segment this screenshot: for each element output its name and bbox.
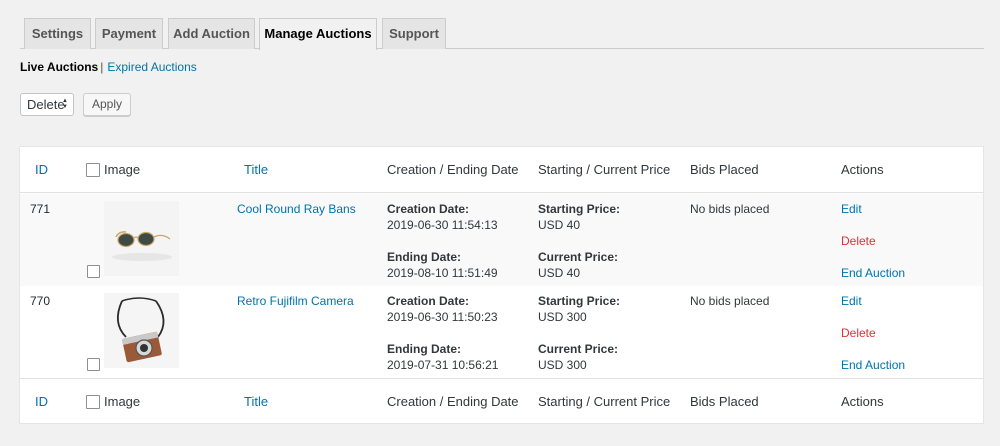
column-bids: Bids Placed [690, 162, 759, 177]
bids-placed-value: No bids placed [690, 202, 770, 216]
column-id[interactable]: ID [35, 147, 48, 193]
column-price: Starting / Current Price [538, 162, 671, 177]
ending-date-label: Ending Date: [387, 250, 461, 264]
current-price-value: USD 300 [538, 358, 587, 372]
auction-filter-links: Live Auctions | Expired Auctions [20, 60, 197, 74]
edit-link[interactable]: Edit [841, 293, 862, 309]
table-row: 771 Cool Round Ray Bans Creation Date: 2… [20, 194, 983, 286]
ending-date-label: Ending Date: [387, 342, 461, 356]
expired-auctions-link[interactable]: Expired Auctions [107, 60, 196, 74]
delete-link[interactable]: Delete [841, 325, 876, 341]
creation-date-label: Creation Date: [387, 294, 470, 308]
starting-price-label: Starting Price: [538, 202, 621, 216]
delete-link[interactable]: Delete [841, 233, 876, 249]
column-dates: Creation / Ending Date [387, 394, 519, 409]
bids-placed-value: No bids placed [690, 294, 770, 308]
tab-manage-auctions[interactable]: Manage Auctions [259, 18, 377, 50]
ending-date-value: 2019-08-10 11:51:49 [387, 266, 498, 280]
creation-date-value: 2019-06-30 11:54:13 [387, 218, 498, 232]
select-arrows-icon: ▲ ▼ [62, 98, 68, 110]
column-image: Image [86, 147, 140, 193]
subnav-separator: | [100, 60, 104, 74]
live-auctions-link[interactable]: Live Auctions [20, 60, 98, 74]
column-actions: Actions [841, 394, 884, 409]
column-id[interactable]: ID [35, 379, 48, 425]
starting-price-label: Starting Price: [538, 294, 621, 308]
column-actions: Actions [841, 162, 884, 177]
tab-settings[interactable]: Settings [24, 18, 91, 49]
column-title[interactable]: Title [244, 379, 268, 425]
camera-thumbnail [104, 293, 179, 368]
sunglasses-thumbnail [104, 201, 179, 276]
table-header: ID Image Title Creation / Ending Date St… [20, 147, 983, 193]
column-image-label: Image [104, 162, 141, 177]
current-price-value: USD 40 [538, 266, 581, 280]
current-price-label: Current Price: [538, 342, 619, 356]
select-all-checkbox[interactable] [86, 163, 100, 177]
bulk-action-value: Delete [27, 97, 65, 112]
column-title[interactable]: Title [244, 147, 268, 193]
row-checkbox[interactable] [87, 265, 100, 278]
ending-date-value: 2019-07-31 10:56:21 [387, 358, 499, 372]
auction-title-link[interactable]: Cool Round Ray Bans [237, 201, 356, 217]
creation-date-value: 2019-06-30 11:50:23 [387, 310, 498, 324]
auction-id: 771 [30, 202, 51, 216]
auctions-table: ID Image Title Creation / Ending Date St… [19, 146, 984, 424]
tab-support[interactable]: Support [382, 18, 446, 49]
current-price-label: Current Price: [538, 250, 619, 264]
column-price: Starting / Current Price [538, 394, 671, 409]
starting-price-value: USD 300 [538, 310, 587, 324]
column-image-label: Image [104, 394, 141, 409]
apply-button[interactable]: Apply [83, 93, 131, 116]
column-dates: Creation / Ending Date [387, 162, 519, 177]
end-auction-link[interactable]: End Auction [841, 357, 905, 373]
tab-add-auction[interactable]: Add Auction [168, 18, 255, 49]
auction-id: 770 [30, 294, 51, 308]
column-bids: Bids Placed [690, 394, 759, 409]
edit-link[interactable]: Edit [841, 201, 862, 217]
select-all-checkbox[interactable] [86, 395, 100, 409]
tab-payment[interactable]: Payment [95, 18, 163, 49]
auction-title-link[interactable]: Retro Fujifilm Camera [237, 293, 354, 309]
starting-price-value: USD 40 [538, 218, 581, 232]
bulk-action-select[interactable]: Delete ▲ ▼ [20, 93, 74, 116]
nav-tabs: Settings Payment Add Auction Manage Auct… [20, 18, 984, 50]
table-row: 770 Retro Fujifilm Camera Creation Date:… [20, 286, 983, 378]
creation-date-label: Creation Date: [387, 202, 470, 216]
table-footer: ID Image Title Creation / Ending Date St… [20, 378, 983, 424]
row-checkbox[interactable] [87, 358, 100, 371]
column-image: Image [86, 379, 140, 425]
end-auction-link[interactable]: End Auction [841, 265, 905, 281]
